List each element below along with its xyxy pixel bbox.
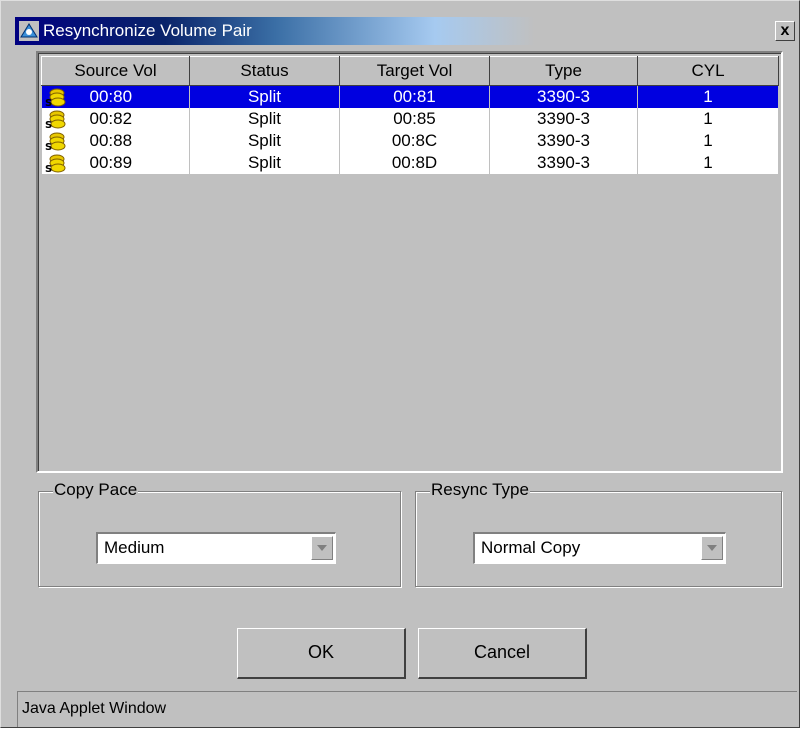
column-header-status[interactable]: Status	[189, 56, 340, 86]
copy-pace-label: Copy Pace	[53, 480, 139, 500]
title-bar[interactable]: Resynchronize Volume Pair x	[15, 17, 797, 45]
volume-pair-icon: S	[45, 154, 65, 174]
table-row[interactable]: S 00:80 Split 00:81 3390-3 1	[41, 85, 779, 108]
svg-text:S: S	[45, 120, 52, 130]
table-row[interactable]: S 00:82 Split 00:85 3390-3 1	[41, 108, 779, 130]
copy-pace-value: Medium	[104, 538, 165, 557]
table-header-row: Source Vol Status Target Vol Type CYL	[41, 56, 779, 86]
column-header-source-vol[interactable]: Source Vol	[41, 56, 190, 86]
status-bar-text: Java Applet Window	[22, 700, 167, 717]
ok-button[interactable]: OK	[237, 628, 406, 679]
target-vol-cell: 00:81	[339, 85, 490, 108]
volume-pair-table: Source Vol Status Target Vol Type CYL S …	[41, 56, 779, 174]
cancel-button[interactable]: Cancel	[418, 628, 587, 679]
type-cell: 3390-3	[489, 85, 638, 108]
source-vol-cell: S 00:80	[41, 85, 190, 108]
status-cell: Split	[189, 152, 340, 174]
svg-text:S: S	[45, 142, 52, 152]
resync-type-select[interactable]: Normal Copy	[473, 532, 726, 564]
column-header-target-vol[interactable]: Target Vol	[339, 56, 490, 86]
status-cell: Split	[189, 108, 340, 130]
applet-window-icon	[19, 21, 39, 41]
source-vol-text: 00:82	[89, 109, 133, 128]
status-cell: Split	[189, 85, 340, 108]
window-title: Resynchronize Volume Pair	[43, 21, 252, 40]
type-cell: 3390-3	[489, 108, 638, 130]
column-header-type[interactable]: Type	[489, 56, 638, 86]
close-button[interactable]: x	[775, 21, 795, 41]
resync-type-group: Resync Type Normal Copy	[415, 480, 782, 587]
copy-pace-group: Copy Pace Medium	[38, 480, 401, 587]
source-vol-text: 00:89	[89, 153, 133, 172]
status-cell: Split	[189, 130, 340, 152]
source-vol-cell: S 00:82	[41, 108, 190, 130]
target-vol-cell: 00:85	[339, 108, 490, 130]
copy-pace-dropdown-button[interactable]	[311, 536, 333, 560]
cyl-cell: 1	[637, 152, 779, 174]
copy-pace-select[interactable]: Medium	[96, 532, 336, 564]
source-vol-cell: S 00:88	[41, 130, 190, 152]
status-bar: Java Applet Window	[17, 691, 797, 727]
target-vol-cell: 00:8D	[339, 152, 490, 174]
cyl-cell: 1	[637, 85, 779, 108]
volume-pair-icon: S	[45, 110, 65, 130]
type-cell: 3390-3	[489, 130, 638, 152]
source-vol-text: 00:80	[89, 87, 133, 106]
volume-pair-icon: S	[45, 132, 65, 152]
resync-type-dropdown-button[interactable]	[701, 536, 723, 560]
cyl-cell: 1	[637, 108, 779, 130]
table-row[interactable]: S 00:88 Split 00:8C 3390-3 1	[41, 130, 779, 152]
svg-text:S: S	[45, 164, 52, 174]
svg-text:S: S	[45, 98, 52, 108]
volume-pair-icon: S	[45, 88, 65, 108]
source-vol-text: 00:88	[89, 131, 133, 150]
source-vol-cell: S 00:89	[41, 152, 190, 174]
volume-table-panel: Source Vol Status Target Vol Type CYL S …	[36, 51, 783, 473]
resync-dialog-window: Resynchronize Volume Pair x Source Vol S…	[0, 0, 800, 728]
column-header-cyl[interactable]: CYL	[637, 56, 779, 86]
target-vol-cell: 00:8C	[339, 130, 490, 152]
resync-type-label: Resync Type	[430, 480, 530, 500]
table-row[interactable]: S 00:89 Split 00:8D 3390-3 1	[41, 152, 779, 174]
cyl-cell: 1	[637, 130, 779, 152]
chevron-down-icon	[707, 545, 717, 551]
type-cell: 3390-3	[489, 152, 638, 174]
chevron-down-icon	[317, 545, 327, 551]
resync-type-value: Normal Copy	[481, 538, 581, 557]
